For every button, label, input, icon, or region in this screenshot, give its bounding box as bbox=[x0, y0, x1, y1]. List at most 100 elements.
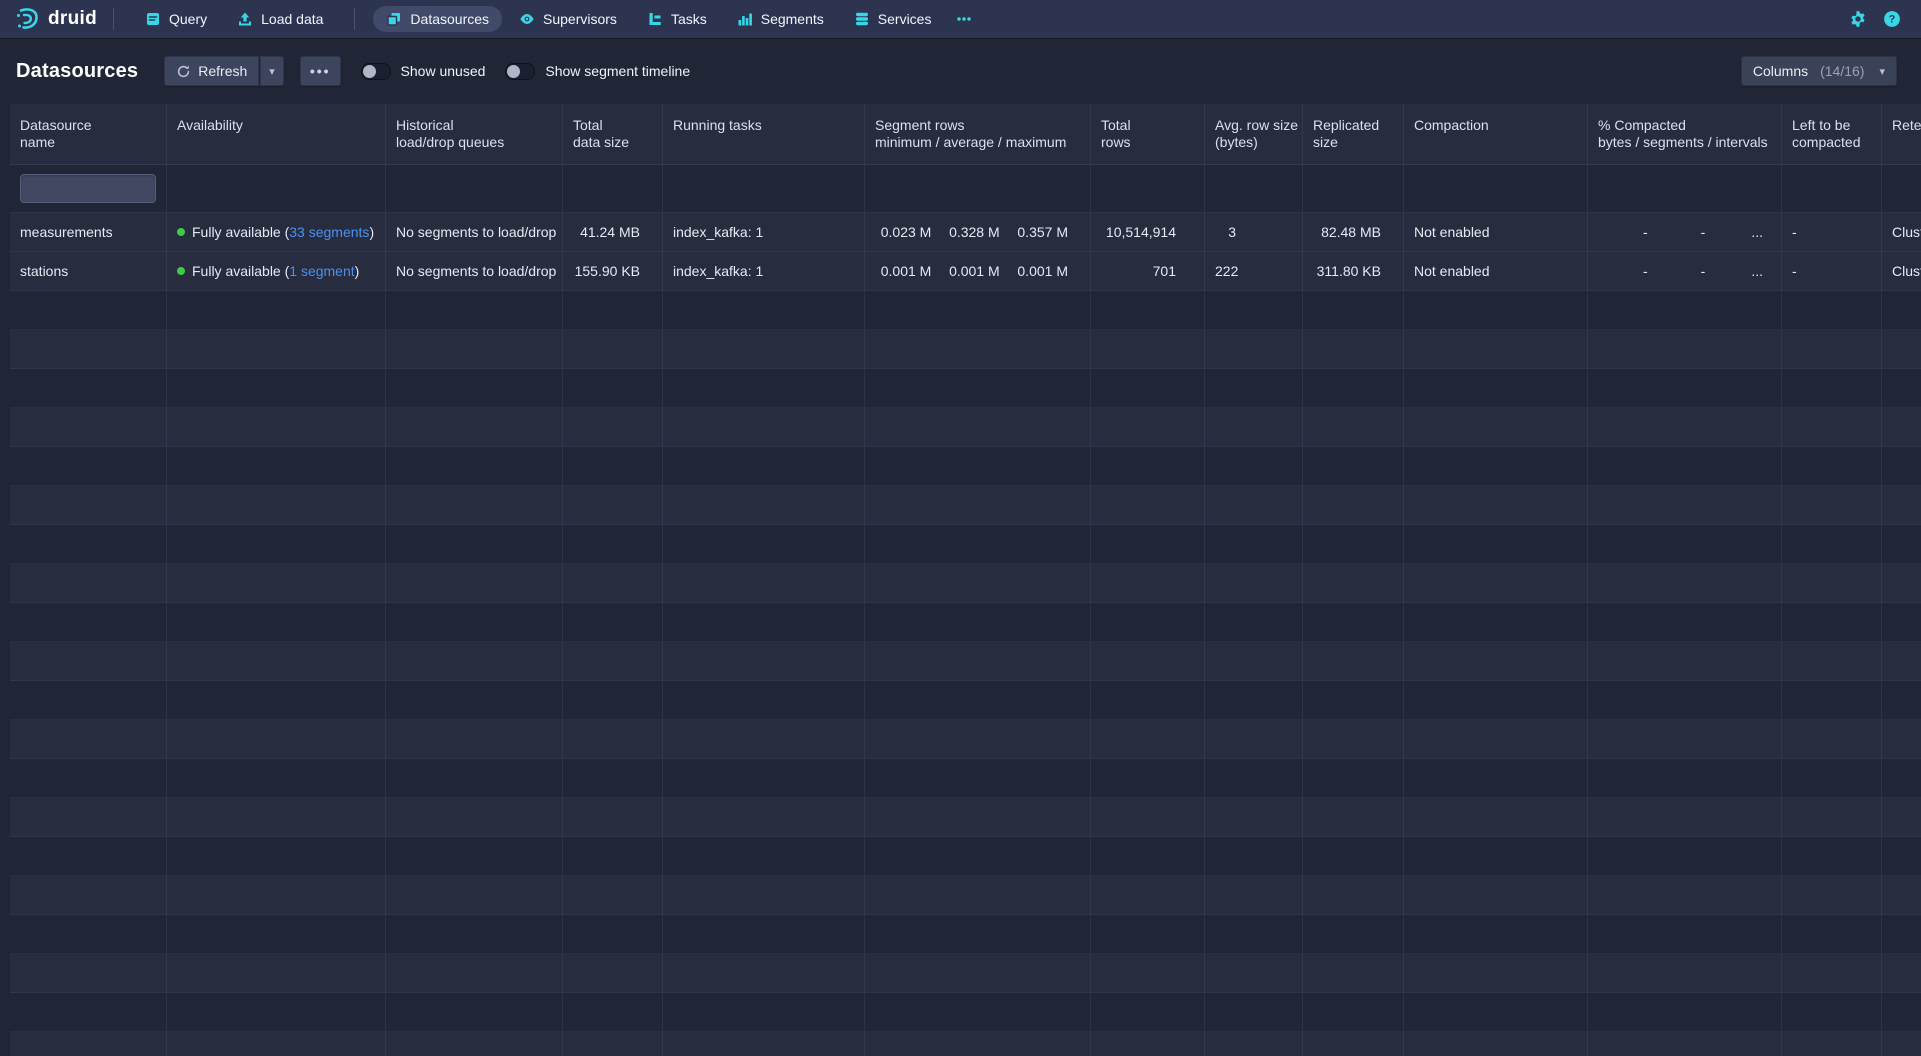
nav-item-label: Datasources bbox=[410, 11, 489, 27]
datasource-row-stations: stationsFully available (1 segment)No se… bbox=[10, 252, 1921, 291]
available-status-dot-icon bbox=[177, 267, 185, 275]
datasources-icon bbox=[386, 11, 402, 27]
column-header-avgrow[interactable]: Avg. row size(bytes) bbox=[1205, 104, 1303, 164]
gear-icon[interactable] bbox=[1849, 10, 1867, 28]
nav-item-supervisors[interactable]: Supervisors bbox=[506, 6, 630, 32]
datasource-row-measurements: measurementsFully available (33 segments… bbox=[10, 213, 1921, 252]
nav-item-label: Load data bbox=[261, 11, 323, 27]
column-header-replicated[interactable]: Replicatedsize bbox=[1303, 104, 1404, 164]
retention-cell[interactable]: Cluster default bbox=[1882, 213, 1921, 251]
empty-row bbox=[10, 447, 1921, 486]
datasource-name: stations bbox=[10, 252, 167, 290]
column-header-availability[interactable]: Availability bbox=[167, 104, 386, 164]
nav-item-label: Supervisors bbox=[543, 11, 617, 27]
more-dots-icon: ••• bbox=[310, 63, 331, 79]
column-header-pct[interactable]: % Compactedbytes / segments / intervals bbox=[1588, 104, 1782, 164]
available-status-dot-icon bbox=[177, 228, 185, 236]
column-header-segrows[interactable]: Segment rowsminimum / average / maximum bbox=[865, 104, 1091, 164]
refresh-button[interactable]: Refresh bbox=[164, 56, 259, 86]
navbar-more-button[interactable] bbox=[946, 6, 982, 32]
column-header-retention[interactable]: Retention bbox=[1882, 104, 1921, 164]
column-header-queues[interactable]: Historicalload/drop queues bbox=[386, 104, 563, 164]
nav-item-label: Services bbox=[878, 11, 932, 27]
more-actions-button[interactable]: ••• bbox=[300, 56, 341, 86]
refresh-button-group: Refresh ▾ bbox=[164, 56, 284, 86]
navbar-divider bbox=[354, 8, 355, 30]
table-filter-row bbox=[10, 165, 1921, 213]
column-header-left[interactable]: Left to becompacted bbox=[1782, 104, 1882, 164]
segments-link[interactable]: 33 segments bbox=[289, 224, 369, 240]
columns-count: (14/16) bbox=[1820, 63, 1864, 79]
total-data-size-cell: 41.24 MB bbox=[563, 213, 663, 251]
availability-cell: Fully available (33 segments) bbox=[167, 213, 386, 251]
navbar-divider bbox=[113, 8, 114, 30]
show-unused-toggle[interactable]: Show unused bbox=[361, 63, 486, 80]
empty-row bbox=[10, 876, 1921, 915]
datasource-name: measurements bbox=[10, 213, 167, 251]
nav-item-label: Tasks bbox=[671, 11, 707, 27]
toggle-track bbox=[505, 63, 535, 80]
toggle-track bbox=[361, 63, 391, 80]
logo-wordmark: druid bbox=[48, 8, 97, 30]
empty-row bbox=[10, 1032, 1921, 1056]
druid-logo-icon bbox=[14, 6, 40, 32]
druid-logo[interactable]: druid bbox=[14, 6, 97, 32]
top-navbar: druid Query Load data Datasources Superviso… bbox=[0, 0, 1921, 38]
load-drop-queues-cell: No segments to load/drop bbox=[386, 252, 563, 290]
datasources-table: DatasourcenameAvailabilityHistoricalload… bbox=[10, 104, 1921, 1056]
compaction-cell: Not enabled bbox=[1404, 213, 1588, 251]
empty-row bbox=[10, 681, 1921, 720]
running-tasks-cell: index_kafka: 1 bbox=[663, 213, 865, 251]
show-segment-timeline-toggle[interactable]: Show segment timeline bbox=[505, 63, 690, 80]
empty-row bbox=[10, 954, 1921, 993]
datasource-name-filter-input[interactable] bbox=[20, 174, 156, 203]
column-header-compaction[interactable]: Compaction bbox=[1404, 104, 1588, 164]
column-header-totalrows[interactable]: Totalrows bbox=[1091, 104, 1205, 164]
nav-item-label: Query bbox=[169, 11, 207, 27]
chevron-down-icon: ▾ bbox=[1879, 65, 1885, 78]
segments-icon bbox=[737, 11, 753, 27]
nav-item-label: Segments bbox=[761, 11, 824, 27]
empty-row bbox=[10, 486, 1921, 525]
column-header-tasks[interactable]: Running tasks bbox=[663, 104, 865, 164]
column-header-size[interactable]: Totaldata size bbox=[563, 104, 663, 164]
avg-row-size-cell: 222 bbox=[1205, 252, 1303, 290]
refresh-interval-dropdown-button[interactable]: ▾ bbox=[260, 56, 284, 86]
nav-item-query[interactable]: Query bbox=[132, 6, 220, 32]
replicated-size-cell: 311.80 KB bbox=[1303, 252, 1404, 290]
services-icon bbox=[854, 11, 870, 27]
empty-row bbox=[10, 642, 1921, 681]
retention-cell[interactable]: Cluster default bbox=[1882, 252, 1921, 290]
compaction-cell: Not enabled bbox=[1404, 252, 1588, 290]
empty-row bbox=[10, 720, 1921, 759]
empty-row bbox=[10, 798, 1921, 837]
toggle-label: Show segment timeline bbox=[545, 63, 690, 79]
pct-compacted-cell: --... bbox=[1588, 252, 1782, 290]
availability-cell: Fully available (1 segment) bbox=[167, 252, 386, 290]
nav-item-segments[interactable]: Segments bbox=[724, 6, 837, 32]
avg-row-size-cell: 3 bbox=[1205, 213, 1303, 251]
empty-row bbox=[10, 603, 1921, 642]
help-icon[interactable]: ? bbox=[1883, 10, 1901, 28]
nav-item-tasks[interactable]: Tasks bbox=[634, 6, 720, 32]
refresh-icon bbox=[176, 64, 191, 79]
nav-item-load-data[interactable]: Load data bbox=[224, 6, 336, 32]
column-header-name[interactable]: Datasourcename bbox=[10, 104, 167, 164]
empty-row bbox=[10, 993, 1921, 1032]
load-data-icon bbox=[237, 11, 253, 27]
page-title: Datasources bbox=[16, 60, 138, 83]
replicated-size-cell: 82.48 MB bbox=[1303, 213, 1404, 251]
total-rows-cell: 10,514,914 bbox=[1091, 213, 1205, 251]
pct-compacted-cell: --... bbox=[1588, 213, 1782, 251]
chevron-down-icon: ▾ bbox=[269, 65, 275, 78]
left-to-be-compacted-cell: - bbox=[1782, 252, 1882, 290]
supervisors-eye-icon bbox=[519, 11, 535, 27]
empty-row bbox=[10, 837, 1921, 876]
columns-picker-button[interactable]: Columns (14/16) ▾ bbox=[1741, 56, 1897, 86]
empty-row bbox=[10, 291, 1921, 330]
query-icon bbox=[145, 11, 161, 27]
nav-item-datasources[interactable]: Datasources bbox=[373, 6, 502, 32]
columns-button-label: Columns bbox=[1753, 63, 1808, 79]
segments-link[interactable]: 1 segment bbox=[289, 263, 354, 279]
nav-item-services[interactable]: Services bbox=[841, 6, 945, 32]
